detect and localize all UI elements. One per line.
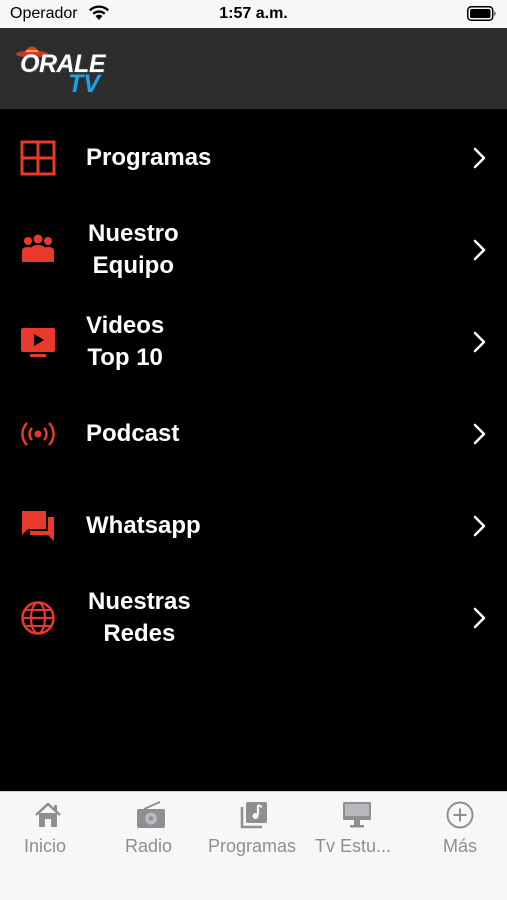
chevron-right-icon	[473, 607, 486, 629]
monitor-icon	[343, 802, 371, 828]
radio-icon	[137, 801, 165, 828]
menu-item-podcast[interactable]: Podcast	[0, 388, 507, 480]
home-icon	[35, 802, 61, 827]
menu-item-label: Programas	[86, 144, 212, 171]
status-bar: Operador 1:57 a.m.	[0, 0, 507, 28]
chevron-right-icon	[473, 423, 486, 445]
chevron-right-icon	[473, 239, 486, 261]
chevron-right-icon	[473, 331, 486, 353]
app-header: ORALE TV	[0, 28, 507, 109]
main-menu: Programas Nuestro Equipo Videos Top 10 P…	[0, 109, 507, 791]
broadcast-icon	[21, 422, 55, 446]
tab-label: Inicio	[24, 836, 67, 856]
tab-programas[interactable]: Programas	[206, 792, 302, 872]
menu-item-label: Nuestro Equipo	[88, 220, 179, 279]
menu-item-label: Nuestras Redes	[88, 588, 191, 647]
tab-bar: Inicio Radio Programas Tv Estu... Más	[0, 791, 507, 900]
menu-item-videos-top-10[interactable]: Videos Top 10	[0, 296, 507, 388]
globe-icon	[21, 601, 55, 635]
app-logo[interactable]: ORALE TV	[14, 40, 106, 100]
music-note-icon	[240, 802, 267, 829]
grid-icon	[20, 140, 56, 176]
chevron-right-icon	[473, 147, 486, 169]
tab-label: Más	[443, 836, 478, 856]
tab-label: Programas	[208, 836, 297, 856]
chat-icon	[22, 511, 54, 541]
clock: 1:57 a.m.	[219, 5, 288, 22]
video-play-icon	[21, 328, 55, 357]
logo-tv: TV	[68, 70, 100, 98]
tab-label: Tv Estu...	[315, 836, 392, 856]
team-icon	[22, 234, 54, 262]
tab-inicio[interactable]: Inicio	[10, 792, 86, 872]
tab-tv-estudio[interactable]: Tv Estu...	[312, 792, 404, 872]
menu-item-label: Podcast	[86, 420, 180, 447]
menu-item-label: Videos Top 10	[86, 312, 165, 371]
menu-item-whatsapp[interactable]: Whatsapp	[0, 480, 507, 572]
tab-mas[interactable]: Más	[426, 792, 494, 872]
menu-item-label: Whatsapp	[86, 512, 201, 539]
menu-item-nuestro-equipo[interactable]: Nuestro Equipo	[0, 204, 507, 296]
tab-radio[interactable]: Radio	[114, 792, 190, 872]
battery-icon	[467, 6, 496, 21]
menu-item-nuestras-redes[interactable]: Nuestras Redes	[0, 572, 507, 664]
plus-circle-icon	[446, 801, 474, 829]
chevron-right-icon	[473, 515, 486, 537]
menu-item-programas[interactable]: Programas	[0, 112, 507, 204]
tab-label: Radio	[125, 836, 173, 856]
